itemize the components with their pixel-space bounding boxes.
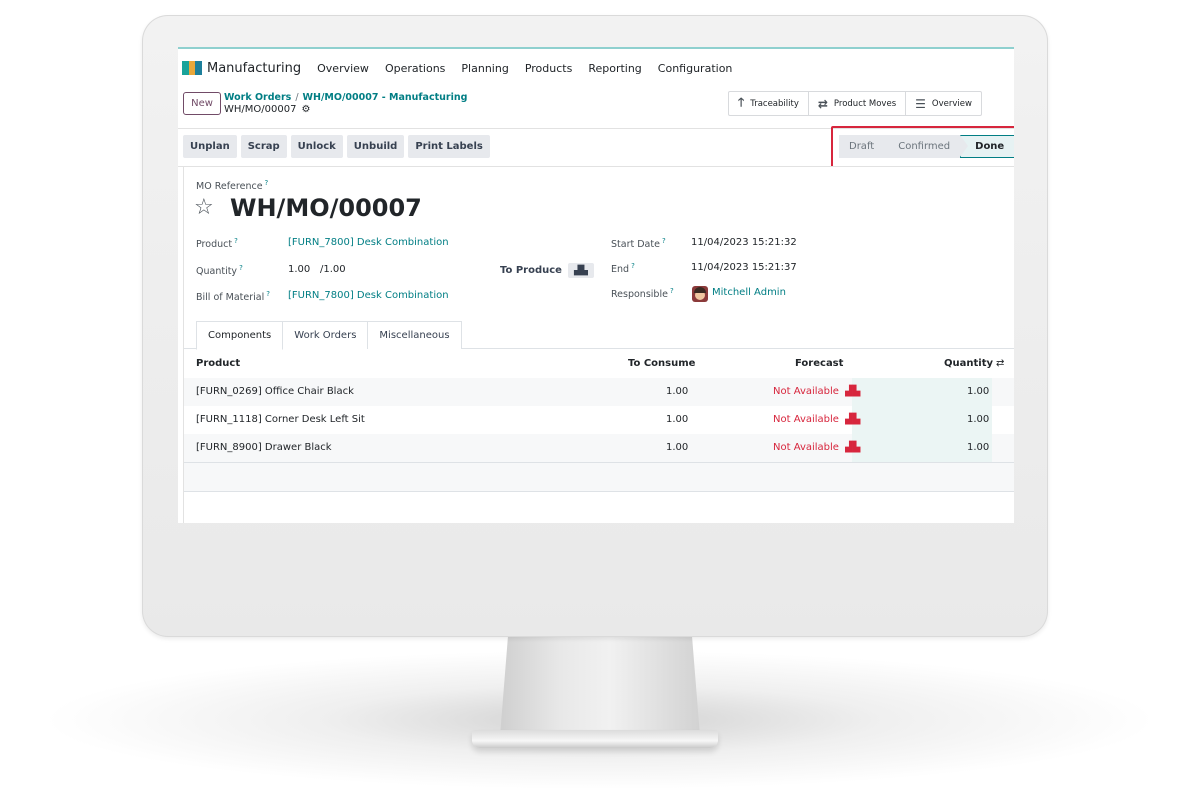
unplan-button[interactable]: Unplan xyxy=(183,135,237,158)
forecast-graph-icon[interactable]: ▟▙ xyxy=(845,386,860,397)
row-quantity[interactable]: 1.00 xyxy=(967,386,989,397)
row-product: [FURN_0269] Office Chair Black xyxy=(196,386,354,397)
top-navbar: Manufacturing Overview Operations Planni… xyxy=(178,49,1014,87)
column-settings-icon[interactable]: ⇄ xyxy=(996,358,1004,369)
breadcrumb-mo[interactable]: WH/MO/00007 - Manufacturing xyxy=(303,92,468,103)
traceability-label: Traceability xyxy=(750,98,799,109)
col-product[interactable]: Product xyxy=(196,358,240,369)
breadcrumb-work-orders[interactable]: Work Orders xyxy=(224,92,291,103)
product-link[interactable]: [FURN_7800] Desk Combination xyxy=(288,237,449,248)
row-to-consume: 1.00 xyxy=(666,386,689,397)
col-to-consume[interactable]: To Consume xyxy=(628,358,695,369)
tab-miscellaneous[interactable]: Miscellaneous xyxy=(367,321,462,349)
new-button[interactable]: New xyxy=(183,92,221,115)
smart-buttons: 🡑 Traceability ⇄ Product Moves ☰ Overvie… xyxy=(728,91,982,116)
breadcrumb: Work Orders / WH/MO/00007 - Manufacturing xyxy=(224,92,467,103)
start-date-label: Start Date? xyxy=(611,237,666,251)
quantity-total: /1.00 xyxy=(320,264,346,275)
product-label: Product? xyxy=(196,237,238,251)
forecast-chart-icon[interactable]: ▟▙ xyxy=(567,263,594,278)
row-forecast: Not Available ▟▙ xyxy=(773,386,861,397)
table-row[interactable]: [FURN_1118] Corner Desk Left Sit 1.00 No… xyxy=(184,406,1014,435)
responsible-label: Responsible? xyxy=(611,287,674,301)
menu-operations[interactable]: Operations xyxy=(385,62,445,75)
record-name-text: WH/MO/00007 xyxy=(224,104,297,115)
traceability-button[interactable]: 🡑 Traceability xyxy=(729,92,809,115)
quantity-input[interactable]: 1.00 xyxy=(288,264,310,275)
menu-reporting[interactable]: Reporting xyxy=(588,62,641,75)
forecast-graph-icon[interactable]: ▟▙ xyxy=(845,442,860,453)
screen: Manufacturing Overview Operations Planni… xyxy=(178,47,1014,523)
list-icon: ☰ xyxy=(915,96,926,111)
table-header: Product To Consume Forecast Quantity ⇄ xyxy=(184,349,1014,379)
forecast-graph-icon[interactable]: ▟▙ xyxy=(845,414,860,425)
bom-label: Bill of Material? xyxy=(196,290,270,304)
col-quantity[interactable]: Quantity xyxy=(944,358,993,369)
to-produce: To Produce ▟▙ xyxy=(500,263,594,278)
breadcrumb-separator: / xyxy=(295,92,299,103)
unlock-button[interactable]: Unlock xyxy=(290,135,343,158)
row-forecast: Not Available ▟▙ xyxy=(773,442,861,453)
col-forecast[interactable]: Forecast xyxy=(795,358,843,369)
unbuild-button[interactable]: Unbuild xyxy=(346,135,405,158)
swap-arrows-icon: ⇄ xyxy=(817,96,828,111)
notebook-tabs: Components Work Orders Miscellaneous xyxy=(196,321,462,350)
record-name: WH/MO/00007 ⚙ xyxy=(224,104,310,115)
star-icon[interactable]: ☆ xyxy=(194,195,214,220)
row-quantity[interactable]: 1.00 xyxy=(967,414,989,425)
menu-configuration[interactable]: Configuration xyxy=(658,62,733,75)
to-produce-label: To Produce xyxy=(500,265,562,276)
start-date-value[interactable]: 11/04/2023 15:21:32 xyxy=(691,237,797,248)
row-to-consume: 1.00 xyxy=(666,414,689,425)
mo-reference-label: MO Reference? xyxy=(196,179,269,193)
overview-button[interactable]: ☰ Overview xyxy=(906,92,981,115)
page-title: WH/MO/00007 xyxy=(230,194,422,222)
row-quantity[interactable]: 1.00 xyxy=(967,442,989,453)
quantity-label: Quantity? xyxy=(196,264,243,278)
tab-components[interactable]: Components xyxy=(196,321,284,350)
manufacturing-app-icon[interactable] xyxy=(182,61,202,75)
tab-work-orders[interactable]: Work Orders xyxy=(282,321,369,349)
menu-overview[interactable]: Overview xyxy=(317,62,369,75)
menu-products[interactable]: Products xyxy=(525,62,573,75)
scrap-button[interactable]: Scrap xyxy=(240,135,287,158)
gear-icon[interactable]: ⚙ xyxy=(301,104,310,115)
row-product: [FURN_1118] Corner Desk Left Sit xyxy=(196,414,365,425)
responsible-link[interactable]: Mitchell Admin xyxy=(712,287,786,298)
end-label: End? xyxy=(611,262,635,276)
form-sheet: MO Reference? ☆ WH/MO/00007 Product? [FU… xyxy=(183,167,1014,523)
monitor-stand-base xyxy=(472,730,718,748)
row-forecast: Not Available ▟▙ xyxy=(773,414,861,425)
bom-link[interactable]: [FURN_7800] Desk Combination xyxy=(288,290,449,301)
avatar xyxy=(692,286,708,302)
product-moves-button[interactable]: ⇄ Product Moves xyxy=(809,92,907,115)
row-product: [FURN_8900] Drawer Black xyxy=(196,442,332,453)
up-arrow-icon: 🡑 xyxy=(738,95,745,109)
table-footer-row xyxy=(184,463,1014,492)
table-row[interactable]: [FURN_8900] Drawer Black 1.00 Not Availa… xyxy=(184,434,1014,463)
product-moves-label: Product Moves xyxy=(833,98,897,109)
print-labels-button[interactable]: Print Labels xyxy=(408,135,490,158)
overview-label: Overview xyxy=(931,98,972,109)
monitor-stand xyxy=(500,636,700,736)
row-to-consume: 1.00 xyxy=(666,442,689,453)
action-buttons: Unplan Scrap Unlock Unbuild Print Labels xyxy=(183,135,490,158)
app-name[interactable]: Manufacturing xyxy=(207,61,301,76)
end-date-value[interactable]: 11/04/2023 15:21:37 xyxy=(691,262,797,273)
menu-planning[interactable]: Planning xyxy=(461,62,508,75)
table-row[interactable]: [FURN_0269] Office Chair Black 1.00 Not … xyxy=(184,378,1014,407)
